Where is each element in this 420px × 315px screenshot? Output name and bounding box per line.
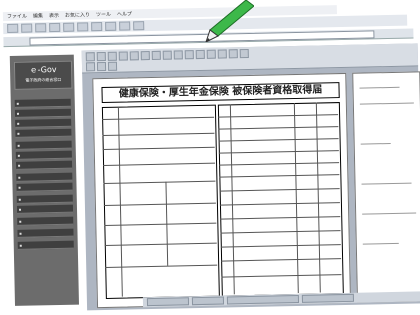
form-right-block (217, 102, 344, 297)
sidebar-item[interactable] (16, 204, 74, 214)
application-window: ファイル 編集 表示 お気に入り ツール ヘルプ ｅ-Gov 電子政府の総合窓口 (0, 0, 420, 315)
print-icon[interactable] (96, 51, 106, 62)
status-segment (191, 296, 225, 306)
menu-item-view[interactable]: 表示 (49, 12, 59, 19)
forward-button[interactable] (21, 23, 33, 33)
last-page-icon[interactable] (195, 49, 205, 60)
zoom-out-icon[interactable] (129, 51, 139, 61)
pen-icon (205, 0, 254, 42)
sidebar-item[interactable] (16, 172, 73, 182)
sidebar-logo-subtitle: 電子政府の総合窓口 (25, 76, 62, 83)
sidebar-item[interactable] (16, 194, 73, 204)
form-page: 健康保険・厚生年金保険 被保険者資格取得届 (92, 72, 352, 309)
print-button[interactable] (133, 21, 145, 31)
sidebar-item[interactable] (15, 118, 72, 128)
sidebar-item[interactable] (15, 128, 72, 138)
menu-item-edit[interactable]: 編集 (33, 12, 43, 19)
save-icon[interactable] (85, 52, 95, 62)
sidebar-item[interactable] (15, 140, 72, 150)
sidebar-item[interactable] (16, 182, 73, 192)
page-line (360, 143, 391, 145)
rotate-icon[interactable] (228, 49, 238, 59)
viewer-toolbar (81, 43, 419, 74)
history-button[interactable] (105, 21, 117, 31)
adjacent-page (352, 71, 420, 303)
refresh-button[interactable] (49, 22, 61, 33)
menu-item-file[interactable]: ファイル (7, 13, 27, 20)
status-segment (301, 293, 355, 303)
sidebar: ｅ-Gov 電子政府の総合窓口 (9, 54, 80, 306)
page-line (359, 86, 400, 89)
first-page-icon[interactable] (162, 50, 172, 60)
search-button[interactable] (77, 22, 89, 32)
page-line (359, 102, 414, 105)
page-line (362, 212, 417, 215)
sidebar-item[interactable] (15, 160, 73, 170)
select-tool-icon[interactable] (151, 50, 161, 60)
prev-page-icon[interactable] (173, 50, 183, 60)
document-title: 健康保険・厚生年金保険 被保険者資格取得届 (101, 82, 340, 104)
sidebar-logo-title: ｅ-Gov (29, 64, 57, 75)
page-line (361, 182, 412, 185)
comment-icon[interactable] (107, 61, 118, 71)
sidebar-item[interactable] (14, 108, 72, 118)
favorites-button[interactable] (91, 22, 103, 32)
sidebar-item[interactable] (17, 240, 74, 250)
home-button[interactable] (63, 22, 75, 32)
sidebar-item[interactable] (14, 98, 71, 108)
help-icon[interactable] (239, 48, 249, 59)
fit-page-icon[interactable] (206, 49, 216, 59)
stop-button[interactable] (35, 23, 47, 33)
bookmark-icon[interactable] (85, 62, 96, 72)
document-viewer: 健康保険・厚生年金保険 被保険者資格取得届 (81, 43, 420, 311)
sidebar-logo[interactable]: ｅ-Gov 電子政府の総合窓口 (13, 60, 73, 90)
back-button[interactable] (7, 23, 19, 34)
page-line (362, 242, 399, 245)
thumbnail-icon[interactable] (96, 61, 107, 72)
fit-width-icon[interactable] (217, 49, 227, 59)
status-segment (146, 297, 190, 307)
hand-tool-icon[interactable] (140, 51, 150, 61)
menu-item-favorites[interactable]: お気に入り (65, 11, 90, 19)
next-page-icon[interactable] (184, 50, 194, 60)
search-icon[interactable] (107, 51, 117, 61)
zoom-in-icon[interactable] (118, 51, 128, 61)
menu-item-help[interactable]: ヘルプ (117, 10, 132, 17)
sidebar-item[interactable] (15, 150, 72, 160)
status-segment (226, 294, 300, 305)
sidebar-item[interactable] (17, 216, 74, 226)
sidebar-item[interactable] (17, 228, 74, 238)
mail-button[interactable] (119, 21, 131, 31)
menu-item-tools[interactable]: ツール (96, 11, 111, 18)
